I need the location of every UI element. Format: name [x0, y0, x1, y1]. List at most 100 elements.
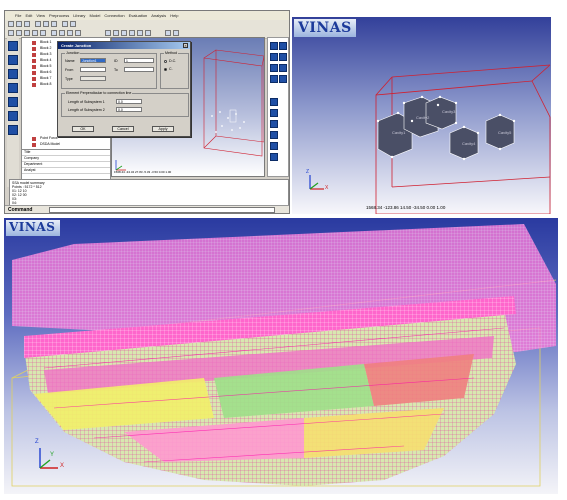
cavity-3d-view[interactable]: VINAS Cavity1 Cavity2 Cavity3 Cavity4 Ca…	[292, 17, 551, 214]
node-icon[interactable]	[59, 30, 65, 36]
close-icon[interactable]: ×	[183, 43, 188, 48]
display-mode-icon[interactable]	[279, 64, 287, 72]
iso-view-icon[interactable]	[145, 30, 151, 36]
render-option-icon[interactable]	[270, 120, 278, 128]
menu-bar: File Edit View Preprocess Library Model …	[5, 11, 289, 20]
menu-preprocess[interactable]: Preprocess	[49, 11, 69, 20]
open-icon[interactable]	[16, 21, 22, 27]
ship-model-view[interactable]: VINAS X Y Z	[4, 218, 558, 494]
left-view-icon[interactable]	[121, 30, 127, 36]
rotate-icon[interactable]	[32, 30, 38, 36]
fit-view-icon[interactable]	[24, 30, 30, 36]
display-mode-icon[interactable]	[270, 53, 278, 61]
tree-item[interactable]: Block 2	[40, 46, 51, 51]
tree-item[interactable]: Block 4	[40, 58, 51, 63]
type-field[interactable]	[80, 76, 106, 81]
menu-view[interactable]: View	[36, 11, 45, 20]
render-option-icon[interactable]	[270, 142, 278, 150]
viewport-readout: 1568.44 -34.34 27.83 -5.33 -3.50 0.00 1.…	[114, 170, 172, 174]
axis-z-label: Z	[306, 169, 310, 175]
redo-icon[interactable]	[70, 21, 76, 27]
display-mode-icon[interactable]	[270, 75, 278, 83]
front-view-icon[interactable]	[105, 30, 111, 36]
id-field[interactable]: 1	[124, 58, 154, 63]
display-mode-icon[interactable]	[279, 42, 287, 50]
tree-node-icon	[32, 83, 36, 87]
display-mode-icon[interactable]	[270, 42, 278, 50]
element-icon[interactable]	[67, 30, 73, 36]
cavity-label: Cavity3	[442, 109, 456, 114]
menu-model[interactable]: Model	[89, 11, 100, 20]
pan-icon[interactable]	[40, 30, 46, 36]
right-toolbar	[267, 37, 289, 177]
save-icon[interactable]	[24, 21, 30, 27]
render-option-icon[interactable]	[270, 109, 278, 117]
method-dc-radio[interactable]	[164, 60, 167, 63]
tree-item[interactable]: Block 6	[40, 70, 51, 75]
from-field[interactable]	[80, 67, 106, 72]
model-tool-icon[interactable]	[8, 41, 18, 51]
back-view-icon[interactable]	[113, 30, 119, 36]
play-icon[interactable]	[165, 30, 171, 36]
copy-icon[interactable]	[43, 21, 49, 27]
render-option-icon[interactable]	[270, 131, 278, 139]
menu-library[interactable]: Library	[73, 11, 85, 20]
tree-item[interactable]: Block 8	[40, 82, 51, 87]
tree-item[interactable]: Block 5	[40, 64, 51, 69]
display-mode-icon[interactable]	[270, 64, 278, 72]
length1-field[interactable]: 0.0	[116, 99, 142, 104]
menu-edit[interactable]: Edit	[25, 11, 32, 20]
load-tool-icon[interactable]	[8, 97, 18, 107]
undo-icon[interactable]	[62, 21, 68, 27]
length2-field[interactable]: 0.0	[116, 107, 142, 112]
method-group-title: Method	[164, 51, 178, 55]
geometry-tool-icon[interactable]	[8, 55, 18, 65]
tree-node-icon	[32, 53, 36, 57]
menu-help[interactable]: Help	[170, 11, 178, 20]
tree-item[interactable]: DSDA Model	[40, 142, 60, 147]
name-field[interactable]: Junction1	[80, 58, 106, 63]
new-icon[interactable]	[8, 21, 14, 27]
tree-item[interactable]: Block 7	[40, 76, 51, 81]
display-mode-icon[interactable]	[279, 53, 287, 61]
mesh-tool-icon[interactable]	[8, 69, 18, 79]
paste-icon[interactable]	[51, 21, 57, 27]
command-input[interactable]	[49, 207, 275, 213]
axis-z-label: Z	[35, 439, 39, 445]
ok-button[interactable]: OK	[72, 126, 94, 132]
from-label: From	[65, 68, 74, 72]
menu-analysis[interactable]: Analysis	[151, 11, 166, 20]
tree-item[interactable]: Point Force	[40, 136, 58, 141]
apply-button[interactable]: Apply	[152, 126, 174, 132]
method-option-label: C.	[169, 67, 173, 71]
id-label: ID	[114, 59, 118, 63]
connection-tool-icon[interactable]	[8, 83, 18, 93]
result-tool-icon[interactable]	[8, 125, 18, 135]
tree-item[interactable]: Block 1	[40, 40, 51, 45]
cancel-button[interactable]: Cancel	[112, 126, 134, 132]
top-view-icon[interactable]	[137, 30, 143, 36]
to-label: To	[114, 68, 118, 72]
render-option-icon[interactable]	[270, 153, 278, 161]
right-view-icon[interactable]	[129, 30, 135, 36]
junction-icon[interactable]	[75, 30, 81, 36]
element-group-title: Element Perpendicular to connection line	[65, 91, 133, 95]
property-row[interactable]: Analyst	[22, 168, 110, 174]
menu-file[interactable]: File	[15, 11, 21, 20]
menu-connection[interactable]: Connection	[104, 11, 124, 20]
select-icon[interactable]	[51, 30, 57, 36]
menu-evaluation[interactable]: Evaluation	[129, 11, 148, 20]
cavity-label: Cavity5	[498, 130, 512, 135]
zoom-out-icon[interactable]	[16, 30, 22, 36]
method-c-radio[interactable]	[164, 68, 167, 71]
tree-item[interactable]: Block 3	[40, 52, 51, 57]
method-option-label: D.C.	[169, 59, 177, 63]
analysis-tool-icon[interactable]	[8, 111, 18, 121]
display-mode-icon[interactable]	[279, 75, 287, 83]
cut-icon[interactable]	[35, 21, 41, 27]
zoom-in-icon[interactable]	[8, 30, 14, 36]
stop-icon[interactable]	[173, 30, 179, 36]
to-field[interactable]	[124, 67, 154, 72]
render-option-icon[interactable]	[270, 98, 278, 106]
left-toolbar	[7, 37, 19, 187]
